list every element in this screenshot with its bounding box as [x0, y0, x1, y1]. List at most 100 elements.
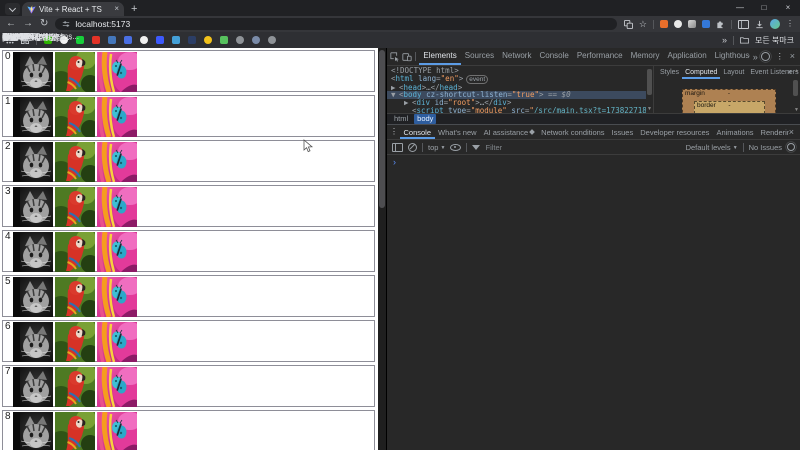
- minimize-button[interactable]: —: [728, 0, 752, 16]
- extension-icon-round[interactable]: [674, 20, 682, 28]
- drawer-menu-kebab-icon[interactable]: ⋮: [390, 128, 398, 136]
- row-index-label: 5: [5, 276, 11, 287]
- bookmark-item[interactable]: Codeforces: [2, 32, 116, 44]
- translate-icon[interactable]: [623, 19, 633, 29]
- breadcrumb-item[interactable]: body: [414, 114, 437, 124]
- bookmarks-overflow-chevron[interactable]: »: [722, 35, 727, 45]
- divider: [415, 52, 417, 61]
- extension-icon-pen[interactable]: [688, 20, 696, 28]
- bookmark-item[interactable]: GitHub: [2, 32, 148, 44]
- drawer-tab[interactable]: Network conditions: [538, 126, 608, 139]
- bookmark-star-icon[interactable]: ☆: [639, 19, 647, 29]
- issues-counter[interactable]: No Issues: [749, 143, 782, 152]
- drawer-tab[interactable]: What's new: [435, 126, 481, 139]
- breadcrumb-item[interactable]: html: [391, 114, 411, 124]
- dom-tree-line[interactable]: <script type="module" src="/src/main.tsx…: [387, 107, 646, 113]
- scroll-down-icon[interactable]: ▼: [793, 107, 800, 113]
- drawer-tab[interactable]: Issues: [608, 126, 637, 139]
- extension-icon-blue[interactable]: [702, 20, 710, 28]
- bookmark-item[interactable]: 새 탭: [2, 33, 132, 44]
- console-drawer: ⋮ Console What's new AI assistance Netwo…: [387, 124, 800, 167]
- tab-search-button[interactable]: [5, 3, 20, 15]
- close-devtools-icon[interactable]: ×: [790, 52, 795, 61]
- margin-top-value[interactable]: -: [683, 90, 775, 97]
- extension-icon-orange[interactable]: [660, 20, 668, 28]
- device-toolbar-icon[interactable]: [401, 51, 413, 63]
- tab-close-icon[interactable]: ×: [114, 5, 119, 13]
- sidebar-scrollbar-thumb[interactable]: [793, 80, 798, 96]
- url-text[interactable]: localhost:5173: [75, 19, 130, 29]
- devtools-tab[interactable]: Console: [535, 48, 572, 65]
- dom-scrollbar-thumb[interactable]: [647, 69, 652, 95]
- bookmark-item[interactable]: beeyaIDk0 (Hyeons...: [2, 32, 228, 44]
- page-scrollbar-thumb[interactable]: [379, 50, 385, 208]
- side-panel-icon[interactable]: [738, 19, 749, 29]
- devtools-tab[interactable]: Memory: [627, 48, 664, 65]
- forward-button[interactable]: →: [23, 19, 33, 29]
- address-bar[interactable]: localhost:5173: [55, 18, 617, 30]
- chevron-down-icon: ▼: [732, 144, 738, 151]
- bookmark-item[interactable]: 평생 공부 블로그 :...: [2, 33, 212, 44]
- all-bookmarks-button[interactable]: 모든 북마크: [755, 35, 794, 46]
- page-scrollbar[interactable]: [378, 48, 386, 450]
- row-index-label: 4: [5, 231, 11, 242]
- sidebar-tab[interactable]: Styles: [657, 67, 682, 79]
- download-icon[interactable]: [755, 20, 764, 29]
- sidebar-tab[interactable]: Computed: [682, 67, 720, 79]
- profile-avatar[interactable]: [770, 19, 780, 29]
- browser-tab[interactable]: Vite + React + TS ×: [22, 2, 124, 16]
- close-drawer-icon[interactable]: ×: [789, 127, 797, 137]
- console-settings-gear-icon[interactable]: [787, 143, 795, 151]
- drawer-tab[interactable]: Developer resources: [637, 126, 713, 139]
- bookmark-item[interactable]: 중앙대학교 학습정...: [2, 33, 260, 44]
- bookmark-favicon: [188, 36, 196, 44]
- bookmark-item[interactable]: ChatGPT: [2, 32, 244, 44]
- drawer-tab[interactable]: Rendering: [757, 126, 789, 139]
- extensions-puzzle-icon[interactable]: [716, 20, 725, 29]
- console-sidebar-icon[interactable]: [392, 142, 403, 152]
- bookmark-item[interactable]: 알고리즘 관련/알...: [2, 33, 180, 44]
- devtools-tab[interactable]: Elements: [419, 48, 460, 65]
- drawer-tab[interactable]: Console: [400, 126, 435, 139]
- close-window-button[interactable]: ×: [776, 0, 800, 16]
- bookmark-item[interactable]: ChatGPT: [2, 32, 276, 44]
- filter-input[interactable]: Filter: [485, 143, 502, 152]
- row-index-label: 6: [5, 321, 11, 332]
- sidebar-more-chevron[interactable]: »: [788, 67, 792, 76]
- devtools-tab[interactable]: Performance: [573, 48, 627, 65]
- context-selector[interactable]: top ▼: [428, 143, 445, 152]
- more-tabs-chevron[interactable]: »: [750, 49, 761, 65]
- dom-tree-scrollbar[interactable]: ▼: [646, 66, 653, 113]
- devtools-tab[interactable]: Sources: [461, 48, 498, 65]
- clear-console-icon[interactable]: [408, 142, 417, 152]
- back-button[interactable]: ←: [6, 19, 16, 29]
- bookmark-item[interactable]: 유튜브: [2, 33, 100, 44]
- sidebar-scrollbar[interactable]: ▲ ▼: [793, 68, 799, 113]
- bookmark-item[interactable]: 코드스쿼드: [2, 33, 164, 44]
- drawer-tab-label: What's new: [438, 127, 477, 137]
- bookmark-item[interactable]: [알고리즘 C언어] 1...: [2, 33, 196, 44]
- bookmark-list: NAVER (3) 구글 solvedac 유튜브 Codeforces 새 탭…: [2, 32, 715, 44]
- live-expression-eye-icon[interactable]: [450, 143, 462, 151]
- devtools-menu-kebab-icon[interactable]: ⋮: [776, 52, 784, 61]
- console-prompt[interactable]: ›: [387, 155, 800, 167]
- new-tab-button[interactable]: +: [131, 2, 137, 16]
- devtools-tab[interactable]: Network: [498, 48, 535, 65]
- settings-gear-icon[interactable]: [760, 52, 770, 61]
- scroll-down-icon[interactable]: ▼: [646, 106, 653, 112]
- bookmark-favicon: [124, 36, 132, 44]
- scroll-up-icon[interactable]: ▲: [793, 68, 800, 74]
- reload-button[interactable]: ↻: [40, 19, 48, 29]
- devtools-tab[interactable]: Lighthouse: [711, 48, 750, 65]
- default-levels-dropdown[interactable]: Default levels ▼: [686, 143, 738, 152]
- drawer-tab[interactable]: Animations: [713, 126, 757, 139]
- browser-menu-kebab-icon[interactable]: ⋮: [786, 20, 794, 28]
- inspect-element-icon[interactable]: [389, 51, 401, 63]
- drawer-tab[interactable]: AI assistance: [480, 126, 538, 139]
- maximize-button[interactable]: □: [752, 0, 776, 16]
- devtools-tab[interactable]: Application: [664, 48, 711, 65]
- site-info-icon[interactable]: [62, 20, 70, 28]
- bookmark-favicon: [220, 36, 228, 44]
- sidebar-tab[interactable]: Layout: [720, 67, 747, 79]
- border-top-value[interactable]: -: [695, 102, 764, 109]
